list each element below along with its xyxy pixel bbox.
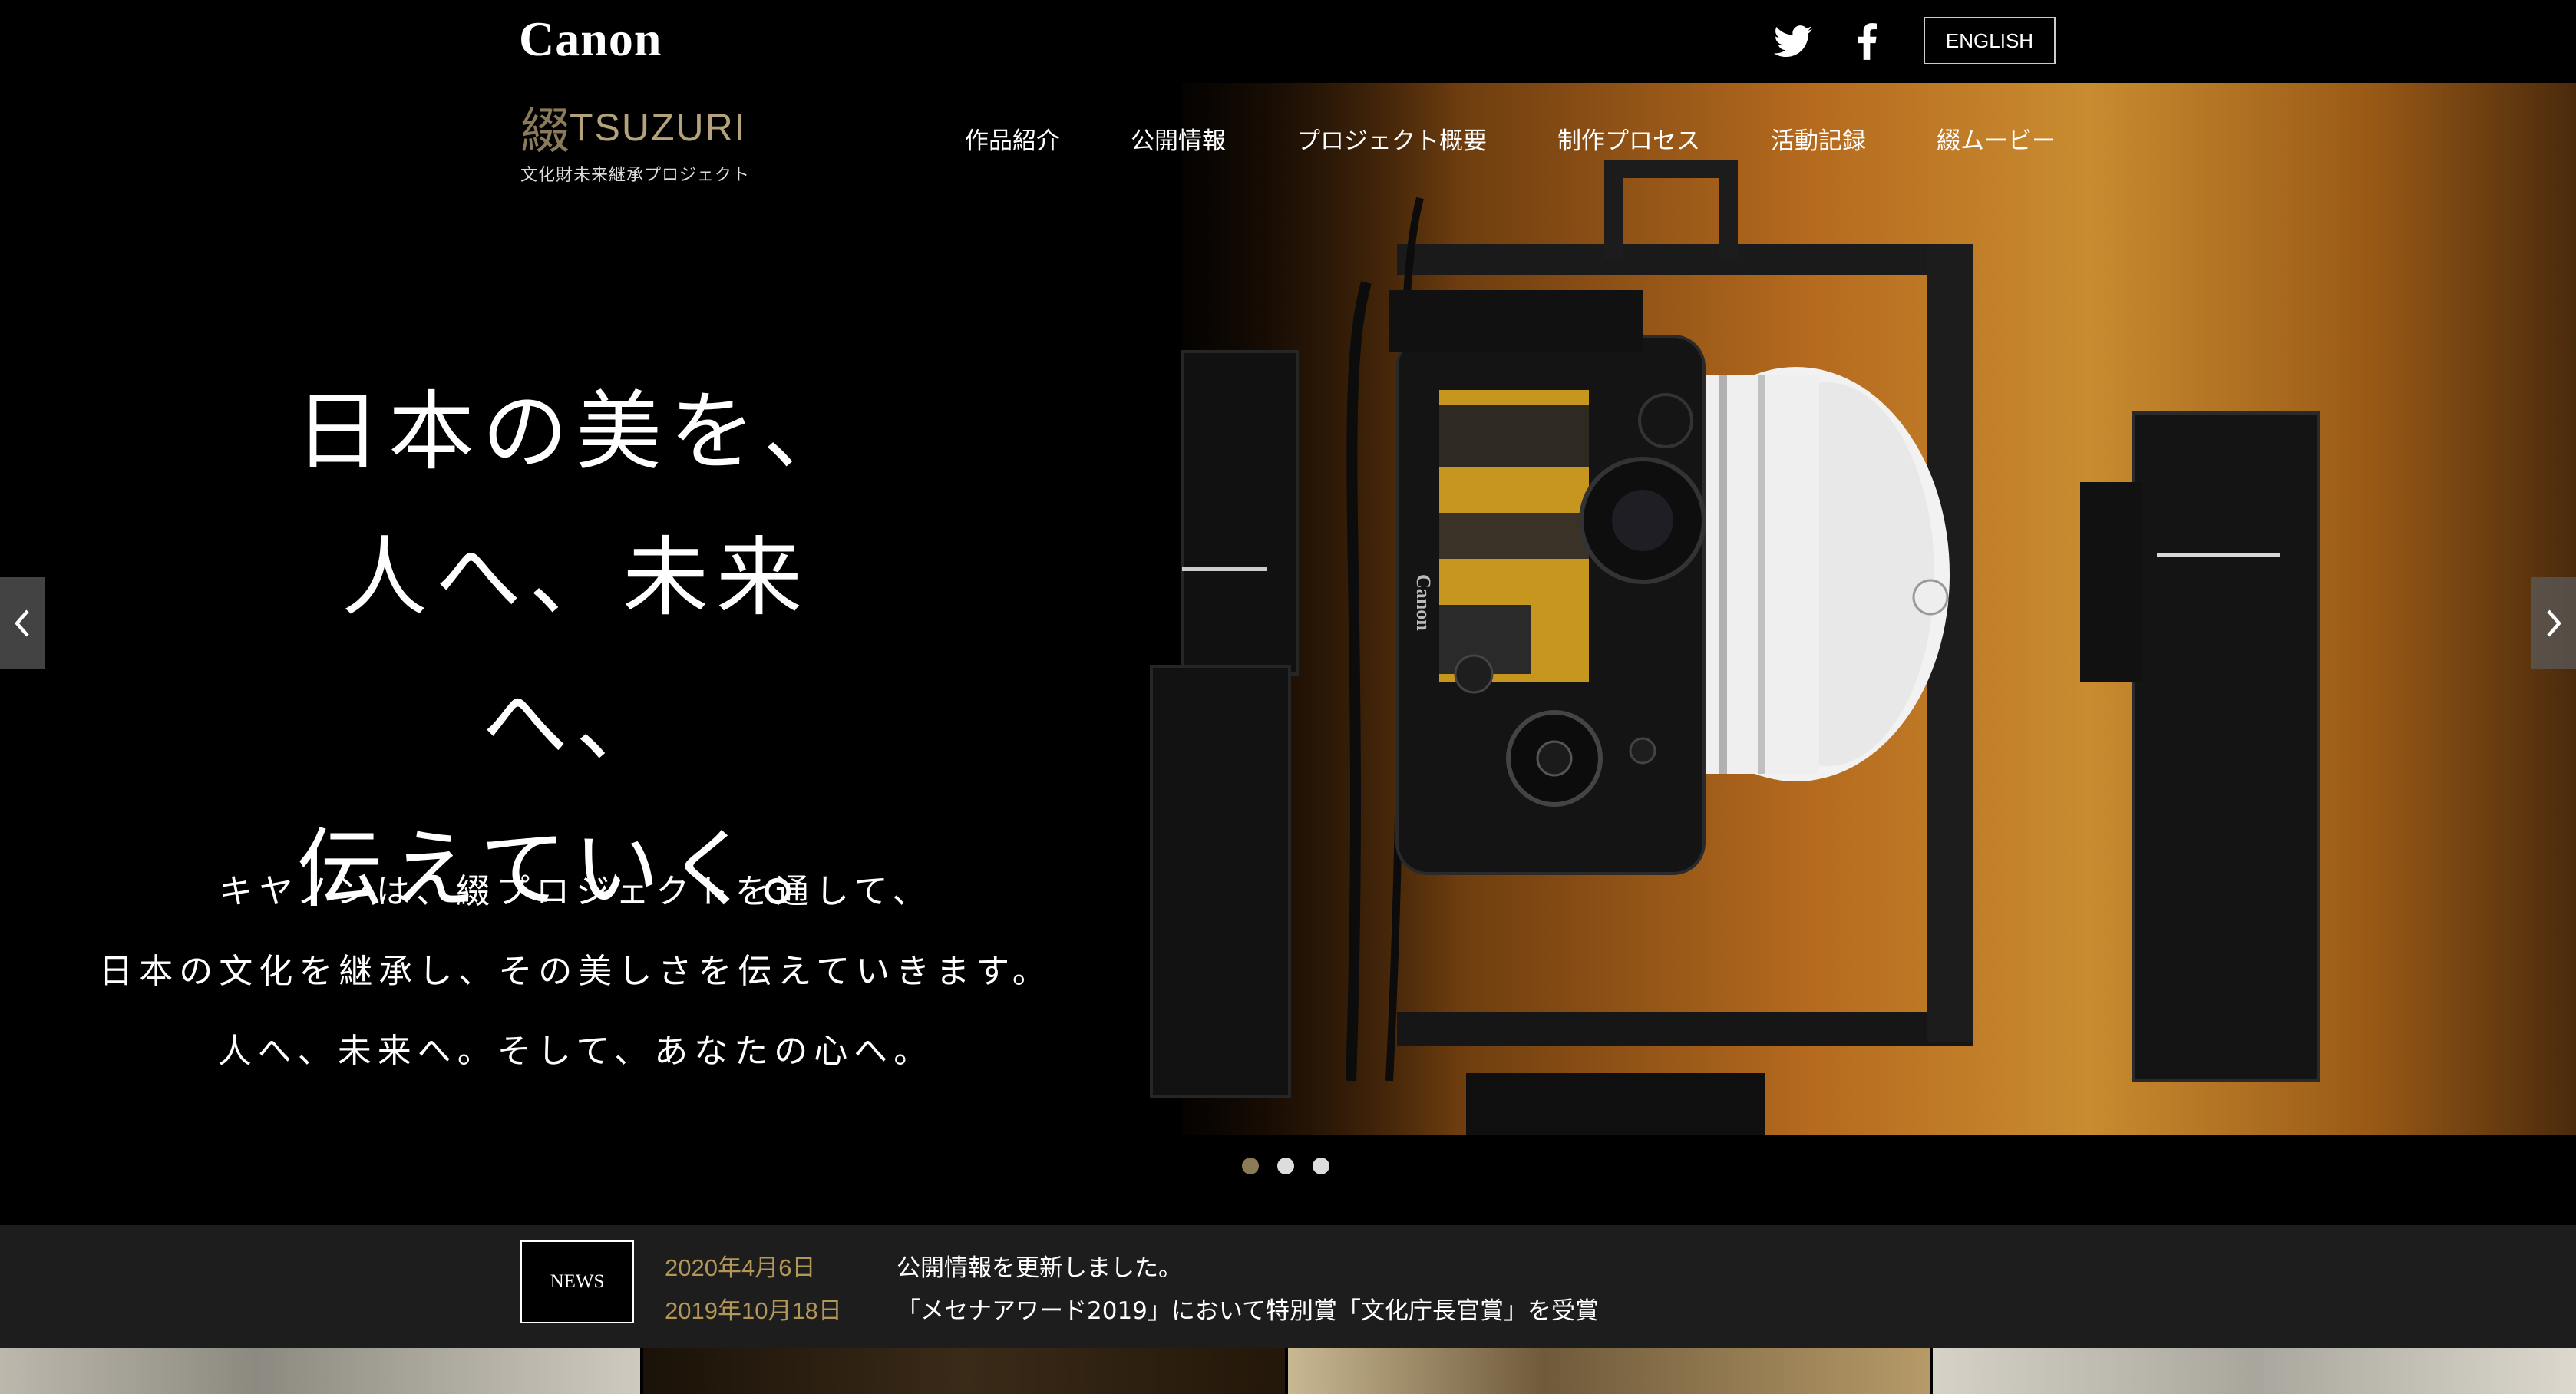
slider-dot-2[interactable] xyxy=(1277,1158,1294,1174)
camera-rig-image: Canon xyxy=(1150,160,2320,1135)
twitter-link[interactable] xyxy=(1770,20,1816,63)
nav-works[interactable]: 作品紹介 xyxy=(965,121,1060,156)
work-thumbnail[interactable] xyxy=(1288,1348,1933,1394)
nav-activity-record[interactable]: 活動記録 xyxy=(1771,121,1866,156)
camera-brand-label: Canon xyxy=(1412,574,1435,631)
news-item[interactable]: 2020年4月6日 公開情報を更新しました。 xyxy=(665,1248,1182,1283)
body-line-2: 日本の文化を継承し、その美しさを伝えていきます。 xyxy=(99,952,1052,991)
work-thumbnail[interactable] xyxy=(0,1348,643,1394)
headline-line-1: 日本の美を、 xyxy=(295,382,857,482)
slider-prev-button[interactable] xyxy=(0,577,45,669)
nav-movie[interactable]: 綴ムービー xyxy=(1937,121,2056,156)
news-date: 2019年10月18日 xyxy=(665,1297,842,1324)
main-nav: 作品紹介 公開情報 プロジェクト概要 制作プロセス 活動記録 綴ムービー xyxy=(894,121,2056,156)
news-item[interactable]: 2019年10月18日 「メセナアワード2019」において特別賞「文化庁長官賞」… xyxy=(665,1291,1599,1326)
twitter-icon xyxy=(1774,25,1812,57)
hero-slider: Canon 日本の美を、 人へ、未来へ、 伝えていく。 キヤノンは、綴プロジェク… xyxy=(0,83,2576,1135)
work-thumbnail[interactable] xyxy=(643,1348,1288,1394)
slider-next-button[interactable] xyxy=(2531,577,2576,669)
nav-production-process[interactable]: 制作プロセス xyxy=(1557,121,1700,156)
news-date: 2020年4月6日 xyxy=(665,1254,816,1281)
nav-project-overview[interactable]: プロジェクト概要 xyxy=(1296,121,1487,156)
chevron-right-icon xyxy=(2547,609,2561,637)
slider-dot-1[interactable] xyxy=(1242,1158,1259,1174)
english-button[interactable]: ENGLISH xyxy=(1924,17,2056,64)
news-text[interactable]: 公開情報を更新しました。 xyxy=(897,1248,1182,1283)
body-line-1: キヤノンは、綴プロジェクトを通して、 xyxy=(219,872,933,911)
hero-body: キヤノンは、綴プロジェクトを通して、 日本の文化を継承し、その美しさを伝えていき… xyxy=(77,852,1075,1092)
facebook-icon xyxy=(1858,23,1877,60)
chevron-left-icon xyxy=(15,609,29,637)
work-thumbnail[interactable] xyxy=(1933,1348,2576,1394)
slider-dots xyxy=(1242,1158,1329,1174)
facebook-link[interactable] xyxy=(1851,20,1882,63)
nav-public-info[interactable]: 公開情報 xyxy=(1131,121,1226,156)
body-line-3: 人へ、未来へ。そして、あなたの心へ。 xyxy=(217,1032,934,1071)
headline-line-2: 人へ、未来へ、 xyxy=(342,528,810,774)
works-thumbnails xyxy=(0,1348,2576,1394)
news-label: NEWS xyxy=(520,1240,634,1323)
canon-logo[interactable]: Canon xyxy=(519,11,662,68)
news-bar xyxy=(0,1225,2576,1348)
slider-dot-3[interactable] xyxy=(1313,1158,1329,1174)
news-text[interactable]: 「メセナアワード2019」において特別賞「文化庁長官賞」を受賞 xyxy=(897,1291,1599,1326)
